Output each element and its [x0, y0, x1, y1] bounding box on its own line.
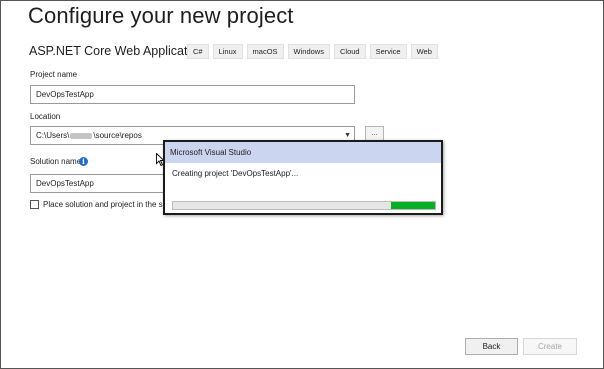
- solution-name-input[interactable]: DevOpsTestApp: [30, 174, 170, 193]
- tag-web: Web: [410, 44, 438, 59]
- tag-csharp: C#: [187, 44, 209, 59]
- progress-bar: [172, 201, 436, 210]
- project-name-input[interactable]: DevOpsTestApp: [30, 85, 355, 104]
- same-directory-checkbox[interactable]: [30, 200, 39, 209]
- back-button[interactable]: Back: [465, 338, 518, 355]
- solution-name-label: Solution name: [30, 157, 82, 166]
- location-prefix: C:\Users\: [36, 131, 70, 140]
- tag-windows: Windows: [287, 44, 330, 59]
- same-directory-label: Place solution and project in the same: [43, 200, 179, 209]
- progress-dialog: Microsoft Visual Studio Creating project…: [163, 140, 443, 215]
- project-name-label: Project name: [30, 70, 78, 79]
- redacted-username: [70, 132, 93, 139]
- create-button[interactable]: Create: [523, 338, 577, 355]
- tag-linux: Linux: [212, 44, 243, 59]
- info-icon[interactable]: i: [79, 157, 88, 166]
- tag-service: Service: [369, 44, 407, 59]
- location-label: Location: [30, 112, 61, 121]
- template-tags: C# Linux macOS Windows Cloud Service Web: [187, 44, 438, 59]
- template-name: ASP.NET Core Web Application: [29, 44, 205, 58]
- dialog-title: Microsoft Visual Studio: [165, 142, 441, 163]
- dialog-message: Creating project 'DevOpsTestApp'...: [172, 169, 299, 178]
- location-suffix: \source\repos: [93, 131, 142, 140]
- solution-name-value: DevOpsTestApp: [36, 179, 94, 188]
- page-title: Configure your new project: [28, 3, 294, 28]
- tag-cloud: Cloud: [333, 44, 366, 59]
- tag-macos: macOS: [246, 44, 284, 59]
- project-name-value: DevOpsTestApp: [36, 90, 94, 99]
- vs-new-project-window: Configure your new project ASP.NET Core …: [0, 0, 604, 369]
- progress-bar-fill: [390, 202, 435, 209]
